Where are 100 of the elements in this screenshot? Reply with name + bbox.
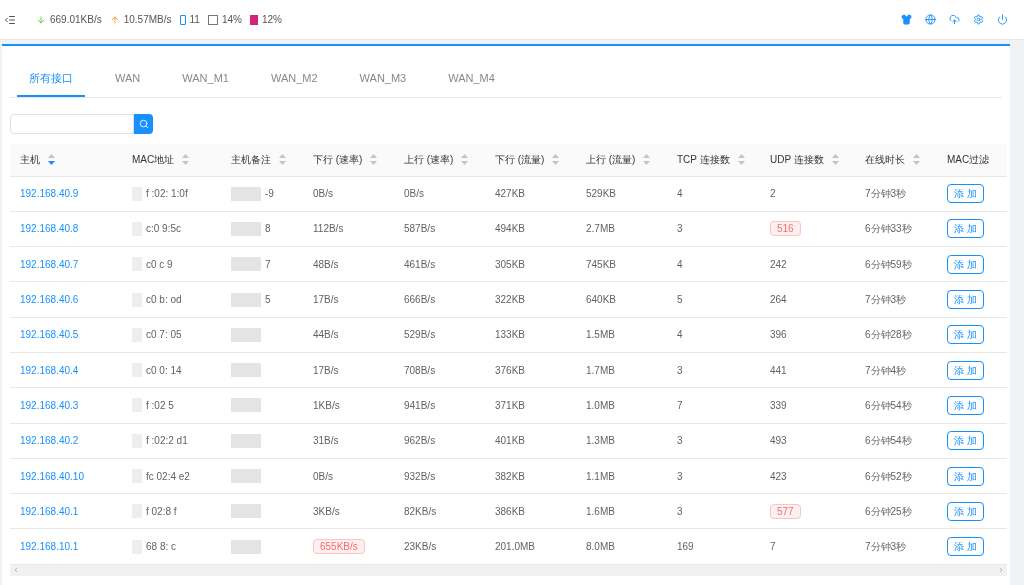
cloud-upload-icon[interactable] bbox=[949, 14, 960, 25]
table-cell: 7分钟4秒 bbox=[865, 364, 907, 376]
host-link[interactable]: 192.168.40.8 bbox=[20, 223, 79, 235]
table-cell: 44B/s bbox=[313, 329, 339, 341]
sort-icon[interactable] bbox=[552, 154, 560, 165]
shirt-icon[interactable] bbox=[901, 14, 912, 25]
table-cell: 529KB bbox=[586, 188, 617, 200]
table-cell-text: 5 bbox=[265, 293, 271, 308]
interface-tab[interactable]: WAN_M3 bbox=[347, 70, 419, 97]
table-cell: 3 bbox=[677, 223, 683, 235]
menu-icon[interactable] bbox=[4, 13, 16, 26]
host-link[interactable]: 192.168.40.7 bbox=[20, 258, 79, 270]
table-cell: 962B/s bbox=[404, 435, 436, 447]
redacted-block bbox=[231, 327, 261, 342]
sort-icon[interactable] bbox=[913, 154, 920, 165]
table-cell: 6分钟28秒 bbox=[865, 329, 912, 341]
column-header: UDP 连接数 bbox=[770, 153, 824, 167]
table-cell: 7分钟3秒 bbox=[865, 188, 907, 200]
scroll-left-icon[interactable] bbox=[12, 566, 20, 575]
interface-tab[interactable]: WAN_M1 bbox=[170, 70, 241, 97]
memory-icon bbox=[249, 14, 258, 25]
table-cell: 640KB bbox=[586, 294, 617, 306]
add-button[interactable]: 添 加 bbox=[947, 395, 984, 415]
table-cell: 2 bbox=[770, 188, 776, 200]
sort-icon[interactable] bbox=[370, 154, 378, 165]
sort-icon[interactable] bbox=[279, 154, 286, 165]
add-button[interactable]: 添 加 bbox=[947, 219, 984, 239]
column-header: 主机备注 bbox=[231, 153, 271, 167]
host-link[interactable]: 192.168.40.4 bbox=[20, 364, 79, 376]
host-link[interactable]: 192.168.40.3 bbox=[20, 399, 79, 411]
host-link[interactable]: 192.168.40.5 bbox=[20, 329, 79, 341]
redacted-block bbox=[231, 433, 261, 448]
search-icon bbox=[138, 118, 149, 129]
interface-tab[interactable]: WAN_M4 bbox=[436, 70, 507, 97]
host-link[interactable]: 192.168.10.1 bbox=[20, 541, 79, 553]
settings-icon[interactable] bbox=[973, 14, 984, 25]
add-button[interactable]: 添 加 bbox=[947, 254, 984, 274]
column-header: 在线时长 bbox=[865, 153, 905, 167]
add-button[interactable]: 添 加 bbox=[947, 360, 984, 380]
table-cell: 0B/s bbox=[313, 188, 333, 200]
sort-icon[interactable] bbox=[182, 154, 190, 165]
host-link[interactable]: 192.168.40.10 bbox=[20, 470, 84, 482]
add-button[interactable]: 添 加 bbox=[947, 466, 984, 486]
table-cell: 441 bbox=[770, 364, 787, 376]
table-cell: 666B/s bbox=[404, 294, 436, 306]
power-icon[interactable] bbox=[997, 14, 1008, 25]
table-cell: 4 bbox=[677, 329, 683, 341]
add-button[interactable]: 添 加 bbox=[947, 431, 984, 451]
table-cell: 382KB bbox=[495, 470, 526, 482]
add-button[interactable]: 添 加 bbox=[947, 325, 984, 345]
redacted-block bbox=[231, 292, 261, 307]
scroll-right-icon[interactable] bbox=[997, 566, 1005, 575]
interface-tab[interactable]: WAN bbox=[103, 70, 153, 97]
table-cell: 708B/s bbox=[404, 364, 436, 376]
table-cell: 48B/s bbox=[313, 258, 339, 270]
sort-icon[interactable] bbox=[831, 154, 839, 165]
table-cell-text: 68 8: c bbox=[146, 540, 177, 555]
sort-icon[interactable] bbox=[643, 154, 651, 165]
host-link[interactable]: 192.168.40.6 bbox=[20, 294, 79, 306]
table-cell: 3 bbox=[677, 364, 683, 376]
add-button[interactable]: 添 加 bbox=[947, 184, 984, 204]
table-cell-text: f :02: 1:0f bbox=[146, 187, 188, 202]
sort-icon[interactable] bbox=[461, 154, 469, 165]
redacted-block bbox=[231, 504, 261, 519]
table-cell: 1.6MB bbox=[586, 505, 615, 517]
table-cell: 4 bbox=[677, 258, 683, 270]
search-button[interactable] bbox=[134, 113, 153, 134]
table-cell: 4 bbox=[677, 188, 683, 200]
interface-tab[interactable]: 所有接口 bbox=[17, 70, 85, 97]
globe-icon[interactable] bbox=[925, 14, 936, 25]
interface-tab[interactable]: WAN_M2 bbox=[258, 70, 330, 97]
table-cell: 23KB/s bbox=[404, 541, 437, 553]
add-button[interactable]: 添 加 bbox=[947, 501, 984, 521]
host-link[interactable]: 192.168.40.2 bbox=[20, 435, 79, 447]
table-cell: 7 bbox=[677, 399, 683, 411]
table-cell: 169 bbox=[677, 541, 694, 553]
table-cell: 1.0MB bbox=[586, 399, 615, 411]
table-cell: 461B/s bbox=[404, 258, 436, 270]
upload-arrow-icon bbox=[109, 14, 120, 25]
host-link[interactable]: 192.168.40.9 bbox=[20, 188, 79, 200]
table-cell: 264 bbox=[770, 294, 787, 306]
table-cell: 1KB/s bbox=[313, 399, 340, 411]
table-cell: 1.1MB bbox=[586, 470, 615, 482]
add-button[interactable]: 添 加 bbox=[947, 537, 984, 557]
column-header: 下行 (速率) bbox=[313, 153, 363, 167]
table-cell-text: c0 0: 14 bbox=[146, 363, 182, 378]
cpu-usage: 14% bbox=[221, 13, 242, 27]
table-cell: 516 bbox=[770, 221, 801, 237]
add-button[interactable]: 添 加 bbox=[947, 290, 984, 310]
table-cell: 201.0MB bbox=[495, 541, 536, 553]
column-header: 主机 bbox=[20, 153, 40, 167]
horizontal-scrollbar[interactable] bbox=[10, 564, 1007, 576]
sort-icon[interactable] bbox=[737, 154, 745, 165]
table-cell: 17B/s bbox=[313, 364, 339, 376]
sort-icon[interactable] bbox=[48, 154, 55, 165]
redacted-block bbox=[231, 186, 261, 201]
search-field[interactable] bbox=[10, 113, 134, 134]
table-cell: 6分钟54秒 bbox=[865, 399, 912, 411]
table-cell: 112B/s bbox=[313, 223, 344, 235]
host-link[interactable]: 192.168.40.1 bbox=[20, 505, 79, 517]
